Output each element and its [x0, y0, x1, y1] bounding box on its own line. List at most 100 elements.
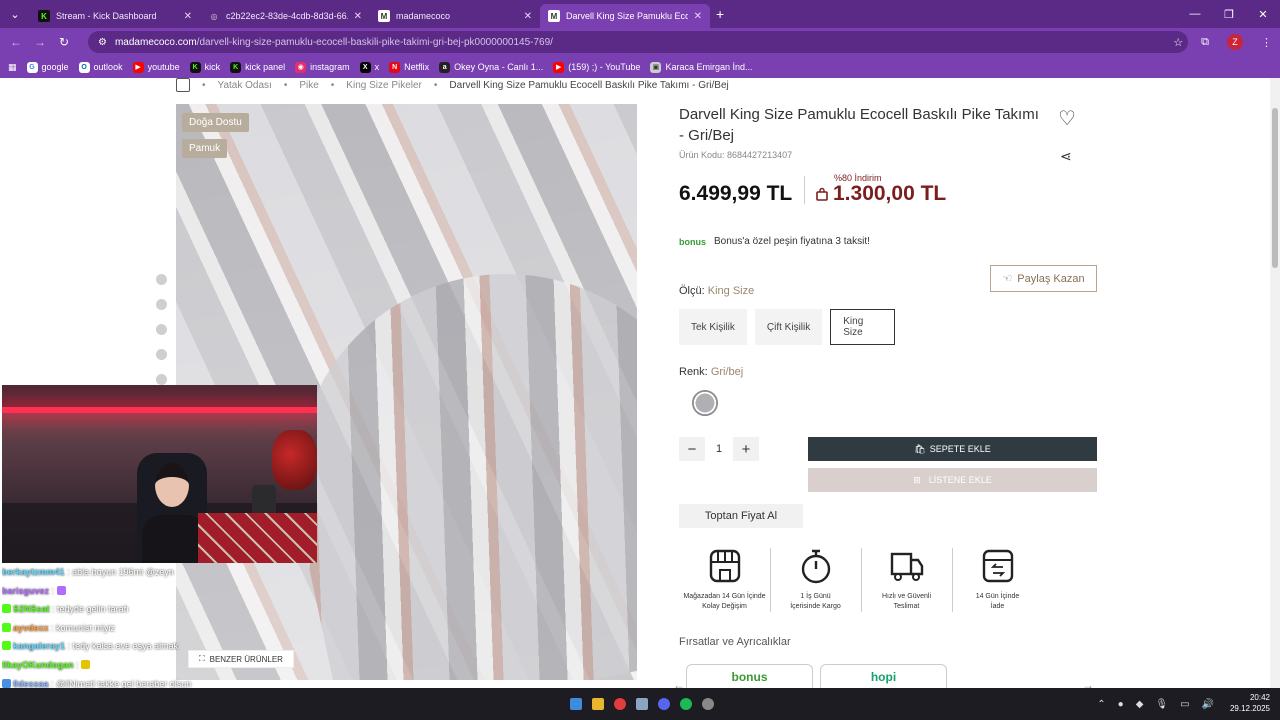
bookmark-kick-panel[interactable]: Kkick panel	[230, 61, 285, 73]
color-label: Renk: Gri/bej	[679, 366, 744, 378]
discord-icon[interactable]	[658, 698, 670, 710]
extensions-icon[interactable]: ⧉	[1201, 36, 1209, 49]
tab-madamecoco[interactable]: M madamecoco ✕	[370, 4, 540, 28]
close-icon[interactable]: ✕	[354, 11, 362, 22]
bookmark-google[interactable]: Ggoogle	[26, 61, 69, 73]
minimize-icon[interactable]: —	[1178, 8, 1212, 20]
size-options: Tek Kişilik Çift Kişilik King Size	[679, 309, 896, 345]
bookmark-instagram[interactable]: ◉ instagram	[295, 61, 350, 73]
feature-delivery: Hızlı ve Güvenli Teslimat	[861, 548, 952, 612]
bookmark-x[interactable]: Xx	[359, 61, 379, 73]
service-features: Mağazadan 14 Gün İçinde Kolay Değişim 1 …	[679, 548, 1043, 612]
tab-search-icon[interactable]: ⌄	[0, 0, 30, 28]
tray-expand-icon[interactable]: ⌃	[1097, 699, 1105, 710]
chrome-icon[interactable]	[614, 698, 626, 710]
close-icon[interactable]: ✕	[694, 11, 702, 22]
badge-icon	[2, 604, 11, 614]
select-checkbox[interactable]	[176, 78, 190, 92]
scrollbar-thumb[interactable]	[1272, 108, 1278, 268]
breadcrumb-item[interactable]: Pike	[299, 80, 318, 91]
chat-message: kangaleray1 : tedy kalsa eve eşya almak	[2, 637, 242, 656]
bookmark-kick[interactable]: Kkick	[189, 61, 220, 73]
back-icon[interactable]: ←	[4, 35, 28, 49]
add-to-cart-button[interactable]: 🛍 SEPETE EKLE	[808, 437, 1097, 461]
bookmark-star-icon[interactable]: ☆	[1173, 36, 1183, 49]
emote-icon	[56, 585, 66, 595]
product-title: Darvell King Size Pamuklu Ecocell Baskıl…	[679, 106, 1039, 144]
profile-avatar[interactable]: Z	[1227, 34, 1243, 50]
forward-icon[interactable]: →	[28, 35, 52, 49]
close-window-icon[interactable]: ✕	[1246, 8, 1280, 21]
steam-icon[interactable]	[636, 698, 648, 710]
tray-steam-icon[interactable]: ◆	[1136, 699, 1144, 710]
wholesale-price-button[interactable]: Toptan Fiyat Al	[679, 504, 803, 528]
reload-icon[interactable]: ↻	[52, 35, 76, 49]
badge-icon	[2, 622, 11, 632]
price-divider	[804, 176, 805, 204]
tab-darvell-product[interactable]: M Darvell King Size Pamuklu Ecoc ✕	[540, 4, 710, 28]
bookmark-karaca[interactable]: ▣ Karaca Emirgan İnd...	[650, 61, 752, 73]
tray-app-icon[interactable]: ●	[1118, 699, 1124, 710]
quantity-value[interactable]: 1	[705, 443, 733, 455]
chat-message: ayvdexx : komunist miyiz	[2, 619, 242, 638]
close-icon[interactable]: ✕	[524, 11, 532, 22]
microphone-icon[interactable]: 🎙	[1155, 699, 1168, 710]
bookmark-okey[interactable]: a Okey Oyna - Canlı 1...	[439, 61, 543, 73]
carousel-prev-icon[interactable]: ←	[673, 678, 685, 688]
size-option-king[interactable]: King Size	[830, 309, 896, 345]
display-icon[interactable]: ▭	[1180, 699, 1189, 710]
share-earn-button[interactable]: ☜ Paylaş Kazan	[990, 265, 1097, 292]
app-icon[interactable]	[702, 698, 714, 710]
system-clock[interactable]: 20:42 29.12.2025	[1230, 692, 1270, 714]
page-scrollbar[interactable]	[1270, 78, 1280, 688]
bonus-promo-card[interactable]: bonus	[686, 664, 813, 688]
webcam-overlay	[2, 385, 317, 563]
bookmark-youtube[interactable]: ▶ youtube	[132, 61, 180, 73]
share-icon[interactable]: ⋖	[1060, 148, 1072, 165]
size-option-single[interactable]: Tek Kişilik	[679, 309, 747, 345]
bookmark-outlook[interactable]: Ooutlook	[78, 61, 123, 73]
site-info-icon[interactable]: ⚙	[98, 37, 107, 48]
youtube-icon: ▶	[132, 61, 144, 73]
add-to-list-button[interactable]: ⊞ LİSTENE EKLE	[808, 468, 1097, 492]
address-bar: ← → ↻ ⚙ madamecoco.com/darvell-king-size…	[0, 28, 1280, 56]
tab-kick-dashboard[interactable]: K Stream - Kick Dashboard ✕	[30, 4, 200, 28]
gallery-dot[interactable]	[156, 349, 167, 360]
kick-icon: K	[230, 61, 242, 73]
bookmark-youtube-159[interactable]: ▶ (159) ;) - YouTube	[553, 61, 640, 73]
file-explorer-icon[interactable]	[592, 698, 604, 710]
volume-icon[interactable]: 🔊	[1202, 699, 1214, 710]
increase-quantity-button[interactable]: +	[733, 437, 759, 461]
tab-c2b22ec2[interactable]: ◎ c2b22ec2-83de-4cdb-8d3d-66... ✕	[200, 4, 370, 28]
size-option-double[interactable]: Çift Kişilik	[754, 309, 823, 345]
carousel-next-icon[interactable]: →	[1082, 678, 1094, 688]
color-swatch-gri-bej[interactable]	[692, 390, 718, 416]
breadcrumb-item[interactable]: King Size Pikeler	[346, 80, 422, 91]
url-input[interactable]: ⚙ madamecoco.com/darvell-king-size-pamuk…	[88, 31, 1188, 53]
bonus-logo: bonus	[679, 236, 706, 247]
breadcrumb-item[interactable]: Yatak Odası	[218, 80, 272, 91]
breadcrumb-current: Darvell King Size Pamuklu Ecocell Baskıl…	[449, 79, 729, 91]
tab-bar: ⌄ K Stream - Kick Dashboard ✕ ◎ c2b22ec2…	[0, 0, 1280, 28]
close-icon[interactable]: ✕	[184, 11, 192, 22]
gallery-dot[interactable]	[156, 374, 167, 385]
shopping-bag-icon	[816, 187, 828, 201]
new-tab-button[interactable]: +	[716, 6, 724, 22]
gallery-dot[interactable]	[156, 299, 167, 310]
instagram-icon: ◉	[295, 61, 307, 73]
original-price: 6.499,99 TL	[679, 182, 793, 205]
decrease-quantity-button[interactable]: −	[679, 437, 705, 461]
eco-badge: Doğa Dostu	[182, 113, 249, 132]
windows-taskbar: ⌃ ● ◆ 🎙 ▭ 🔊 20:42 29.12.2025	[0, 688, 1280, 720]
hopi-promo-card[interactable]: hopi	[820, 664, 947, 688]
browser-menu-icon[interactable]: ⋮	[1261, 36, 1272, 49]
favorite-heart-icon[interactable]: ♡	[1058, 106, 1076, 131]
start-icon[interactable]	[570, 698, 582, 710]
spotify-icon[interactable]	[680, 698, 692, 710]
gallery-dot[interactable]	[156, 324, 167, 335]
neon-light	[2, 407, 317, 413]
bookmark-netflix[interactable]: N Netflix	[389, 61, 429, 73]
gallery-dot[interactable]	[156, 274, 167, 285]
apps-grid-icon[interactable]: ▦	[8, 62, 17, 73]
restore-icon[interactable]: ❐	[1212, 8, 1246, 21]
